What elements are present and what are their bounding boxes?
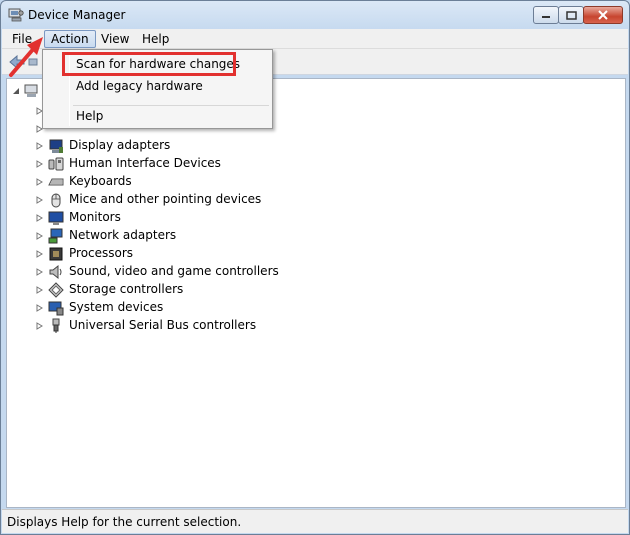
maximize-button[interactable] — [558, 6, 584, 24]
close-button[interactable] — [583, 6, 623, 24]
tree-item-label: System devices — [69, 300, 164, 314]
menu-action[interactable]: Action — [44, 30, 96, 48]
expand-arrow-icon[interactable] — [36, 142, 43, 150]
device-manager-icon — [8, 8, 24, 22]
tree-item-label: Sound, video and game controllers — [69, 264, 279, 278]
system-devices-icon — [48, 301, 64, 316]
expand-arrow-icon[interactable] — [36, 196, 43, 204]
storage-icon — [48, 282, 64, 298]
device-manager-window: Device Manager File Action View Help Dis… — [0, 0, 630, 535]
status-bar: Displays Help for the current selection. — [2, 509, 628, 533]
minimize-icon — [542, 16, 550, 18]
monitor-icon — [48, 211, 64, 225]
expand-arrow-icon[interactable] — [36, 232, 43, 240]
menu-item-help[interactable]: Help — [76, 109, 103, 123]
expand-arrow-icon[interactable] — [36, 178, 43, 186]
expand-arrow-icon[interactable] — [36, 160, 43, 168]
menu-bar: File Action View Help — [2, 29, 628, 49]
tree-item-label: Network adapters — [69, 228, 177, 242]
title-bar[interactable]: Device Manager — [1, 1, 629, 29]
device-tree-pane: Display adapters Human Interface Devices… — [6, 78, 626, 508]
hid-icon — [48, 157, 64, 171]
status-text: Displays Help for the current selection. — [7, 515, 242, 529]
expand-arrow-icon[interactable] — [36, 322, 43, 330]
keyboard-icon — [48, 178, 64, 186]
usb-icon — [52, 318, 60, 333]
sound-icon — [49, 264, 62, 280]
display-adapter-icon — [49, 139, 63, 153]
tree-item-label: Storage controllers — [69, 282, 184, 296]
window-title: Device Manager — [28, 8, 126, 22]
annotation-arrow-icon — [9, 37, 43, 77]
menu-help[interactable]: Help — [136, 30, 175, 48]
menu-view[interactable]: View — [95, 30, 135, 48]
processor-icon — [49, 247, 63, 261]
expand-arrow-icon[interactable] — [36, 304, 43, 312]
menu-item-add-legacy-hardware[interactable]: Add legacy hardware — [76, 79, 203, 93]
collapse-arrow-icon[interactable] — [12, 87, 20, 95]
tree-item-label: Human Interface Devices — [69, 156, 221, 170]
expand-arrow-icon[interactable] — [36, 250, 43, 258]
menu-separator — [73, 105, 269, 106]
tree-item-label: Display adapters — [69, 138, 171, 152]
expand-arrow-icon[interactable] — [36, 286, 43, 294]
maximize-icon — [565, 10, 577, 20]
computer-icon — [24, 84, 38, 97]
network-adapter-icon — [48, 228, 63, 244]
expand-arrow-icon[interactable] — [36, 214, 43, 222]
mouse-icon — [51, 193, 61, 208]
minimize-button[interactable] — [533, 6, 559, 24]
close-icon — [598, 10, 608, 20]
tree-item-label: Processors — [69, 246, 134, 260]
tree-item-label: Universal Serial Bus controllers — [69, 318, 257, 332]
tree-item-label: Keyboards — [69, 174, 132, 188]
annotation-highlight-box — [62, 52, 236, 76]
tree-item-label: Monitors — [69, 210, 121, 224]
expand-arrow-icon[interactable] — [36, 268, 43, 276]
tree-item-label: Mice and other pointing devices — [69, 192, 262, 206]
